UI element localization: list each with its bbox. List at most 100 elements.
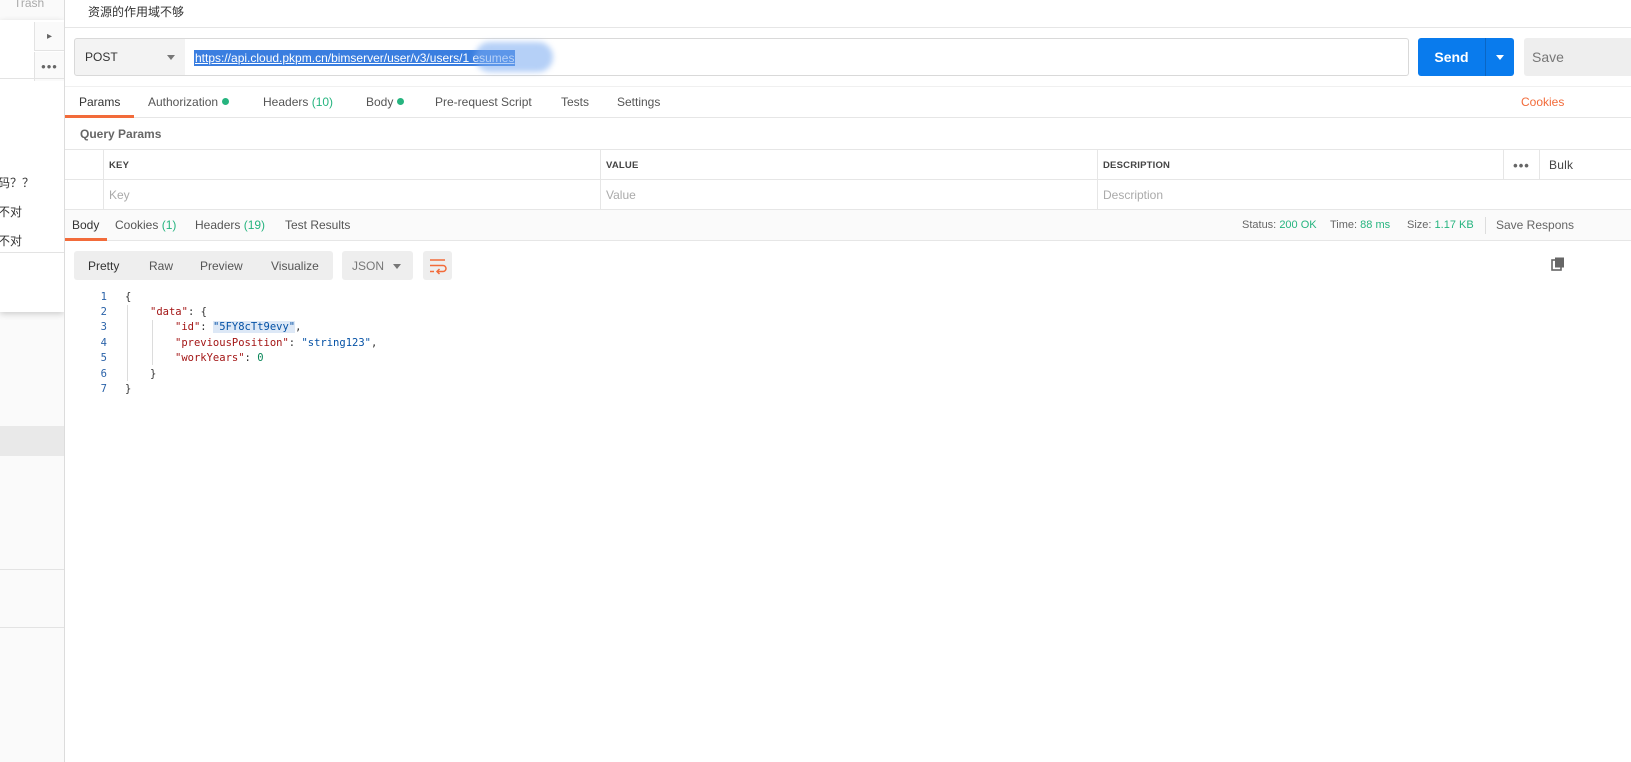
- tab-label: Headers: [263, 95, 309, 109]
- json-string: "5FY8cTt9evy": [212, 321, 296, 333]
- sidebar-request-item[interactable]: 不对: [0, 203, 22, 220]
- description-input[interactable]: Description: [1097, 180, 1631, 210]
- tab-response-cookies[interactable]: Cookies (1): [115, 218, 176, 232]
- code-line: }: [150, 368, 156, 380]
- url-value: https://api.cloud.pkpm.cn/bimserver/user…: [194, 50, 516, 66]
- status-dot-icon: [222, 98, 230, 105]
- method-select[interactable]: POST: [74, 38, 186, 76]
- request-name-bar: 资源的作用域不够: [65, 0, 1631, 28]
- tab-label: Cookies: [115, 218, 159, 232]
- redaction-blur: [475, 42, 553, 72]
- more-dots-icon: •••: [41, 59, 58, 74]
- token: ,: [371, 337, 378, 349]
- json-key: "id": [175, 321, 201, 333]
- cookies-link[interactable]: Cookies: [1521, 95, 1564, 109]
- request-name[interactable]: 资源的作用域不够: [88, 3, 184, 20]
- sidebar-request-item[interactable]: 码？？: [0, 174, 34, 191]
- line-number: 3: [100, 321, 107, 333]
- format-visualize[interactable]: Visualize: [271, 259, 319, 273]
- tab-count: (1): [161, 218, 177, 232]
- sidebar-collection-panel: ▸ ••• 码？？ 不对 x不对: [0, 20, 64, 312]
- send-label: Send: [1434, 49, 1469, 65]
- bulk-edit-link[interactable]: Bulk: [1539, 150, 1631, 180]
- divider: [0, 569, 64, 570]
- divider: [0, 78, 64, 79]
- size-label: Size:: [1407, 219, 1432, 231]
- column-key: KEY: [103, 150, 601, 180]
- tab-headers[interactable]: Headers (10): [263, 95, 333, 109]
- more-dots-icon[interactable]: •••: [1503, 150, 1539, 180]
- tab-authorization[interactable]: Authorization: [148, 95, 230, 109]
- query-params-title: Query Params: [80, 127, 162, 141]
- save-button[interactable]: Save: [1524, 38, 1631, 76]
- token: :: [244, 352, 258, 364]
- response-tabs: Body Cookies (1) Headers (19) Test Resul…: [65, 210, 1631, 241]
- sidebar-selected-item[interactable]: [0, 426, 64, 456]
- tab-count: (10): [311, 95, 334, 109]
- tab-response-headers[interactable]: Headers (19): [195, 218, 265, 232]
- active-tab-indicator: [65, 238, 107, 241]
- wrap-lines-button[interactable]: [423, 251, 452, 280]
- line-number: 5: [100, 352, 107, 364]
- caret-right-icon: ▸: [46, 30, 53, 42]
- format-tabs: Pretty Raw Preview Visualize: [74, 251, 333, 280]
- line-number: 2: [100, 306, 107, 318]
- token: {: [125, 291, 132, 303]
- key-input[interactable]: Key: [103, 180, 601, 210]
- code-line: }: [125, 383, 131, 395]
- format-pretty[interactable]: Pretty: [88, 259, 119, 273]
- tab-label: Headers: [195, 218, 241, 232]
- divider: [0, 627, 64, 628]
- save-response-button[interactable]: Save Respons: [1496, 218, 1574, 232]
- tab-tests[interactable]: Tests: [561, 95, 589, 109]
- json-number: 0: [257, 352, 264, 364]
- tab-prerequest-script[interactable]: Pre-request Script: [435, 95, 532, 109]
- format-raw[interactable]: Raw: [149, 259, 173, 273]
- copy-icon[interactable]: [1550, 256, 1566, 272]
- code-line: {: [125, 291, 131, 303]
- tab-settings[interactable]: Settings: [617, 95, 660, 109]
- json-key: "data": [150, 306, 188, 318]
- token: : {: [187, 306, 207, 318]
- json-key: "workYears": [175, 352, 245, 364]
- status-dot-icon: [397, 98, 405, 105]
- tab-response-body[interactable]: Body: [72, 218, 99, 232]
- tab-label: Authorization: [148, 95, 219, 109]
- sidebar-request-item[interactable]: x不对: [0, 232, 22, 249]
- size-value: 1.17 KB: [1434, 219, 1474, 231]
- value-input[interactable]: Value: [600, 180, 1097, 210]
- line-number: 1: [100, 291, 107, 303]
- url-input[interactable]: https://api.cloud.pkpm.cn/bimserver/user…: [185, 38, 1409, 76]
- language-select[interactable]: JSON: [342, 251, 413, 280]
- active-tab-indicator: [65, 115, 134, 118]
- response-size: Size: 1.17 KB: [1407, 219, 1474, 231]
- tab-body[interactable]: Body: [366, 95, 405, 109]
- time-value: 88 ms: [1360, 219, 1391, 231]
- code-line: "data": {: [150, 306, 207, 318]
- table-row: Key Value Description: [65, 180, 1631, 210]
- send-options-button[interactable]: [1485, 38, 1514, 76]
- token: }: [125, 383, 132, 395]
- collection-more-button[interactable]: •••: [34, 52, 64, 81]
- chevron-down-icon: [1496, 54, 1504, 60]
- tab-params[interactable]: Params: [79, 95, 120, 109]
- indent-guide: [152, 320, 153, 365]
- divider: [0, 252, 64, 253]
- collection-expand-button[interactable]: ▸: [34, 22, 64, 51]
- status-value: 200 OK: [1279, 219, 1317, 231]
- chevron-down-icon: [167, 55, 175, 60]
- send-button[interactable]: Send: [1418, 38, 1514, 76]
- chevron-down-icon: [393, 264, 401, 269]
- sidebar: Trash ▸ ••• 码？？ 不对 x不对: [0, 0, 65, 762]
- query-params-table: KEY VALUE DESCRIPTION ••• Bulk Key Value…: [65, 149, 1631, 210]
- tab-test-results[interactable]: Test Results: [285, 218, 350, 232]
- line-number: 7: [100, 383, 107, 395]
- response-time: Time: 88 ms: [1330, 219, 1390, 231]
- sidebar-trash-label[interactable]: Trash: [14, 0, 44, 10]
- code-line: "previousPosition": "string123",: [175, 337, 377, 349]
- line-number: 6: [100, 368, 107, 380]
- format-preview[interactable]: Preview: [200, 259, 243, 273]
- request-tabs: Params Authorization Headers (10) Body P…: [65, 86, 1631, 118]
- language-value: JSON: [352, 258, 385, 273]
- json-key: "previousPosition": [175, 337, 289, 349]
